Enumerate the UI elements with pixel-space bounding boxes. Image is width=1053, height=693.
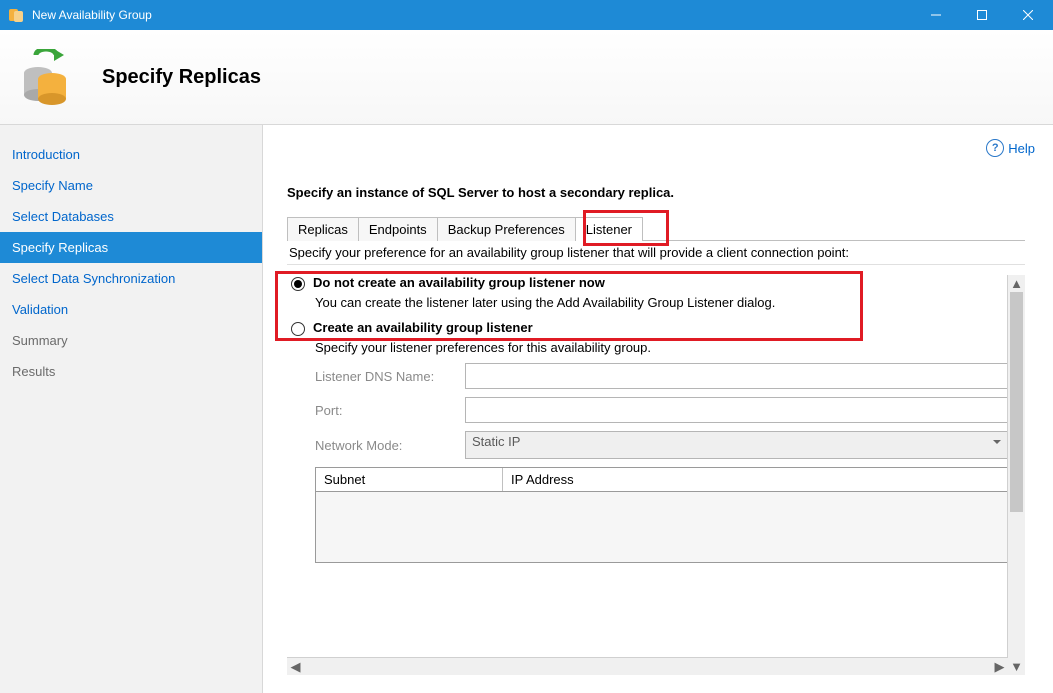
wizard-nav: IntroductionSpecify NameSelect Databases… — [0, 125, 263, 693]
option-create-listener[interactable]: Create an availability group listener Sp… — [291, 320, 1008, 355]
scroll-thumb[interactable] — [1010, 292, 1023, 512]
page-title: Specify Replicas — [102, 66, 261, 89]
minimize-button[interactable] — [913, 0, 959, 30]
ip-grid: Subnet IP Address — [315, 467, 1008, 563]
option-create-listener-desc: Specify your listener preferences for th… — [315, 340, 1008, 355]
tab-listener[interactable]: Listener — [575, 217, 643, 241]
row-listener-dns: Listener DNS Name: — [315, 363, 1008, 389]
nav-item-results[interactable]: Results — [0, 356, 262, 387]
input-port[interactable] — [465, 397, 1008, 423]
nav-item-select-databases[interactable]: Select Databases — [0, 201, 262, 232]
scroll-down-icon[interactable]: ▼ — [1008, 658, 1025, 675]
option-no-listener-desc: You can create the listener later using … — [315, 295, 1008, 310]
vertical-scrollbar[interactable]: ▲ ▼ — [1007, 275, 1025, 675]
col-subnet[interactable]: Subnet — [316, 468, 503, 491]
radio-create-listener[interactable] — [291, 322, 305, 336]
option-no-listener[interactable]: Do not create an availability group list… — [291, 275, 1008, 310]
ip-grid-header: Subnet IP Address — [316, 468, 1007, 492]
nav-item-specify-replicas[interactable]: Specify Replicas — [0, 232, 262, 263]
help-link[interactable]: ? Help — [986, 139, 1035, 157]
nav-item-specify-name[interactable]: Specify Name — [0, 170, 262, 201]
nav-item-introduction[interactable]: Introduction — [0, 139, 262, 170]
label-port: Port: — [315, 403, 465, 418]
listener-preference-text: Specify your preference for an availabil… — [287, 241, 1025, 265]
help-icon: ? — [986, 139, 1004, 157]
nav-item-summary[interactable]: Summary — [0, 325, 262, 356]
horizontal-scrollbar[interactable]: ◀ ▶ — [287, 657, 1008, 675]
wizard-header: Specify Replicas — [0, 30, 1053, 125]
nav-item-select-data-synchronization[interactable]: Select Data Synchronization — [0, 263, 262, 294]
wizard-logo-icon — [18, 49, 74, 105]
select-network-mode[interactable]: Static IP — [465, 431, 1008, 459]
tab-endpoints[interactable]: Endpoints — [358, 217, 438, 241]
tab-backup-preferences[interactable]: Backup Preferences — [437, 217, 576, 241]
maximize-button[interactable] — [959, 0, 1005, 30]
scroll-left-icon[interactable]: ◀ — [287, 658, 304, 675]
option-create-listener-title: Create an availability group listener — [313, 320, 533, 335]
tab-replicas[interactable]: Replicas — [287, 217, 359, 241]
col-ip-address[interactable]: IP Address — [503, 468, 1007, 491]
window-title: New Availability Group — [28, 8, 913, 22]
scroll-right-icon[interactable]: ▶ — [991, 658, 1008, 675]
scroll-up-icon[interactable]: ▲ — [1008, 275, 1025, 292]
input-listener-dns[interactable] — [465, 363, 1008, 389]
option-no-listener-title: Do not create an availability group list… — [313, 275, 605, 290]
close-button[interactable] — [1005, 0, 1051, 30]
row-port: Port: — [315, 397, 1008, 423]
radio-no-listener[interactable] — [291, 277, 305, 291]
ip-grid-body — [316, 492, 1007, 562]
wizard-main: ? Help Specify an instance of SQL Server… — [263, 125, 1053, 693]
window-titlebar: New Availability Group — [0, 0, 1053, 30]
label-network-mode: Network Mode: — [315, 438, 465, 453]
row-network-mode: Network Mode: Static IP — [315, 431, 1008, 459]
instruction-text: Specify an instance of SQL Server to hos… — [287, 185, 1025, 200]
app-icon — [8, 7, 24, 23]
help-label: Help — [1008, 141, 1035, 156]
nav-item-validation[interactable]: Validation — [0, 294, 262, 325]
label-listener-dns: Listener DNS Name: — [315, 369, 465, 384]
replica-tabs: ReplicasEndpointsBackup PreferencesListe… — [287, 216, 1025, 241]
